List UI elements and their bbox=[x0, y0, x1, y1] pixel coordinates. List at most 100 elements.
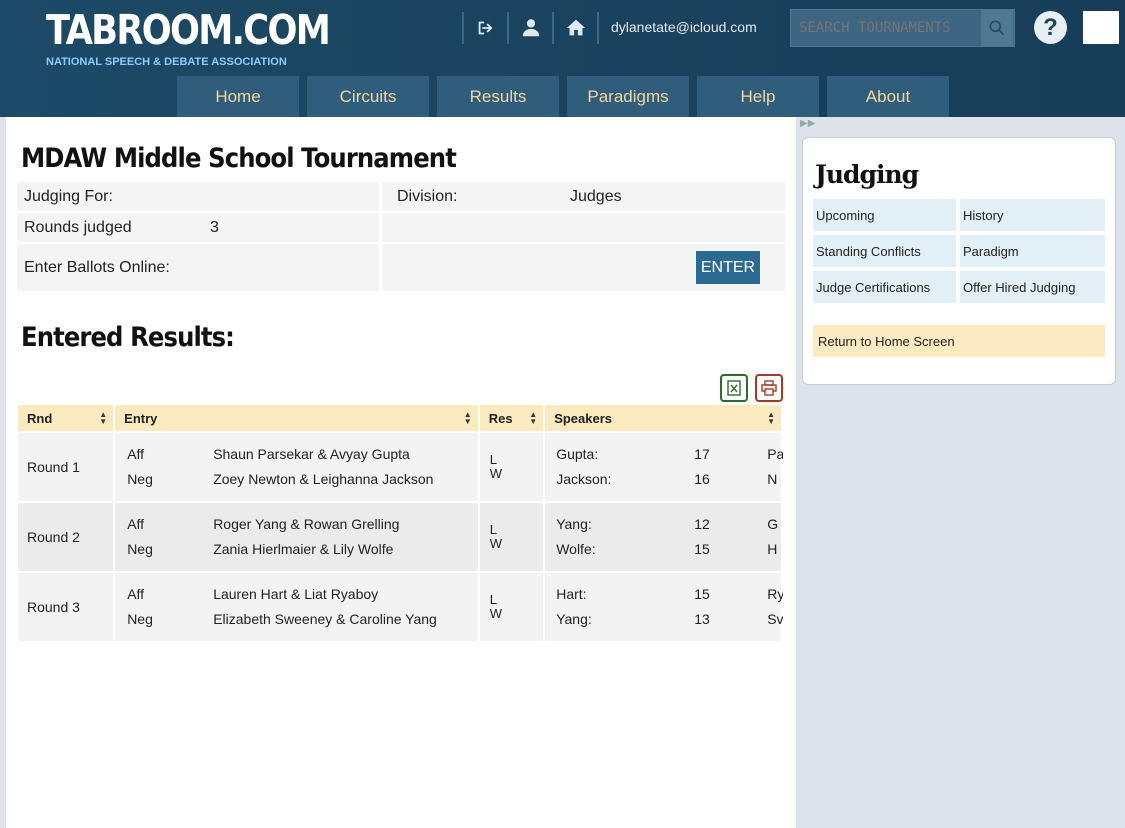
collapse-sidebar-icon[interactable]: ▶▶ bbox=[800, 118, 815, 129]
team-aff[interactable]: Lauren Hart & Liat Ryaboy bbox=[213, 586, 378, 602]
ballots-label: Enter Ballots Online: bbox=[17, 244, 379, 291]
print-button[interactable] bbox=[755, 374, 783, 402]
speaker-name: H bbox=[767, 541, 778, 557]
team-aff[interactable]: Roger Yang & Rowan Grelling bbox=[213, 516, 399, 532]
page-title: MDAW Middle School Tournament bbox=[21, 143, 457, 174]
result-cell: L W bbox=[479, 573, 546, 641]
speaker-points: 17 bbox=[694, 446, 710, 462]
main-content: MDAW Middle School Tournament Judging Fo… bbox=[6, 117, 796, 828]
user-icon[interactable] bbox=[507, 12, 552, 44]
sidebar-item-upcoming[interactable]: Upcoming bbox=[813, 199, 956, 231]
search-button[interactable] bbox=[981, 10, 1013, 46]
search-icon bbox=[989, 20, 1005, 36]
nav-results[interactable]: Results bbox=[437, 76, 559, 117]
result-aff: L bbox=[489, 522, 498, 537]
speakers-cell: Gupta: 17 Pa Jackson: 16 N bbox=[545, 433, 783, 501]
nav-circuits[interactable]: Circuits bbox=[307, 76, 429, 117]
enter-ballots-button[interactable]: ENTER bbox=[696, 251, 760, 284]
result-cell: L W bbox=[479, 503, 546, 571]
user-email-link[interactable]: dylanetate@icloud.com bbox=[611, 19, 757, 35]
round-cell: Round 3 bbox=[18, 573, 116, 641]
rounds-judged-value: 3 bbox=[210, 218, 219, 236]
round-cell: Round 1 bbox=[18, 433, 116, 501]
table-row: Round 1 Aff Shaun Parsekar & Avyay Gupta… bbox=[18, 433, 783, 501]
excel-export-icon bbox=[727, 380, 741, 396]
sidebar-item-offer-hired-judging[interactable]: Offer Hired Judging bbox=[960, 271, 1105, 303]
team-neg[interactable]: Zoey Newton & Leighanna Jackson bbox=[213, 471, 433, 487]
search-box bbox=[790, 9, 1015, 47]
speaker-name: G bbox=[767, 516, 779, 532]
speaker-points: 16 bbox=[694, 471, 710, 487]
side-aff: Aff bbox=[127, 446, 145, 462]
speaker-name: Hart: bbox=[556, 586, 587, 602]
empty-cell bbox=[382, 213, 785, 242]
nsda-label: NATIONAL SPEECH & DEBATE ASSOCIATION bbox=[46, 56, 287, 68]
print-icon bbox=[761, 380, 777, 396]
main-nav: Home Circuits Results Paradigms Help Abo… bbox=[177, 76, 949, 117]
entry-cell: Aff Shaun Parsekar & Avyay Gupta Neg Zoe… bbox=[115, 433, 480, 501]
division-value: Judges bbox=[570, 187, 622, 205]
table-row: Round 3 Aff Lauren Hart & Liat Ryaboy Ne… bbox=[18, 573, 783, 641]
speakers-cell: Yang: 12 G Wolfe: 15 H bbox=[545, 503, 783, 571]
col-res-label: Res bbox=[488, 410, 513, 426]
speaker-name: Pa bbox=[767, 446, 783, 462]
enter-cell: ENTER bbox=[382, 244, 785, 291]
help-icon[interactable]: ? bbox=[1034, 11, 1067, 44]
excel-export-button[interactable] bbox=[720, 374, 748, 402]
search-input[interactable] bbox=[791, 20, 981, 36]
speaker-name: N bbox=[767, 471, 778, 487]
team-neg[interactable]: Elizabeth Sweeney & Caroline Yang bbox=[213, 611, 437, 627]
col-rnd[interactable]: Rnd ▲ ▼ bbox=[18, 405, 116, 431]
sort-icon: ▲ ▼ bbox=[99, 410, 108, 426]
table-row: Round 2 Aff Roger Yang & Rowan Grelling … bbox=[18, 503, 783, 571]
speaker-points: 15 bbox=[694, 586, 710, 602]
sidebar-item-paradigm[interactable]: Paradigm bbox=[960, 235, 1105, 267]
nav-about[interactable]: About bbox=[827, 76, 949, 117]
nav-home[interactable]: Home bbox=[177, 76, 299, 117]
col-entry[interactable]: Entry ▲ ▼ bbox=[115, 405, 480, 431]
sidebar-links: Upcoming History Standing Conflicts Para… bbox=[813, 199, 1105, 303]
site-logo[interactable]: TABROOM.COM bbox=[46, 6, 331, 54]
round-cell: Round 2 bbox=[18, 503, 116, 571]
col-rnd-label: Rnd bbox=[27, 410, 53, 426]
speaker-name: Wolfe: bbox=[556, 541, 596, 557]
sidebar-item-judge-certifications[interactable]: Judge Certifications bbox=[813, 271, 956, 303]
speaker-points: 13 bbox=[694, 611, 710, 627]
table-header: Rnd ▲ ▼ Entry ▲ ▼ Res ▲ ▼ Speakers ▲ ▼ bbox=[18, 405, 783, 431]
sort-icon: ▲ ▼ bbox=[767, 410, 775, 426]
nav-paradigms[interactable]: Paradigms bbox=[567, 76, 689, 117]
sort-icon: ▲ ▼ bbox=[463, 410, 472, 426]
header-divider bbox=[597, 12, 601, 44]
sidebar-title: Judging bbox=[815, 160, 919, 189]
judging-sidebar: Judging Upcoming History Standing Confli… bbox=[802, 137, 1116, 385]
speaker-points: 15 bbox=[694, 541, 710, 557]
entry-cell: Aff Roger Yang & Rowan Grelling Neg Zani… bbox=[115, 503, 480, 571]
home-icon[interactable] bbox=[552, 12, 597, 44]
col-res[interactable]: Res ▲ ▼ bbox=[480, 405, 546, 431]
blank-box bbox=[1083, 11, 1119, 44]
team-aff[interactable]: Shaun Parsekar & Avyay Gupta bbox=[213, 446, 410, 462]
division-cell: Division: Judges bbox=[382, 182, 785, 211]
result-neg: W bbox=[489, 466, 503, 481]
result-cell: L W bbox=[479, 433, 546, 501]
sidebar-item-standing-conflicts[interactable]: Standing Conflicts bbox=[813, 235, 956, 267]
division-label: Division: bbox=[397, 187, 458, 205]
results-table: Rnd ▲ ▼ Entry ▲ ▼ Res ▲ ▼ Speakers ▲ ▼ Round 1 A… bbox=[18, 405, 783, 641]
side-neg: Neg bbox=[127, 611, 153, 627]
col-speakers[interactable]: Speakers ▲ ▼ bbox=[545, 405, 783, 431]
team-neg[interactable]: Zania Hierlmaier & Lily Wolfe bbox=[213, 541, 393, 557]
rounds-judged-label: Rounds judged bbox=[24, 218, 132, 236]
judge-info-table: Judging For: Division: Judges Rounds jud… bbox=[17, 182, 785, 293]
rounds-judged-cell: Rounds judged 3 bbox=[17, 213, 379, 242]
sidebar-item-history[interactable]: History bbox=[960, 199, 1105, 231]
col-entry-label: Entry bbox=[124, 410, 158, 426]
nav-help[interactable]: Help bbox=[697, 76, 819, 117]
entry-cell: Aff Lauren Hart & Liat Ryaboy Neg Elizab… bbox=[115, 573, 480, 641]
logout-icon[interactable] bbox=[462, 12, 507, 44]
return-home-link[interactable]: Return to Home Screen bbox=[813, 325, 1105, 357]
header-icons bbox=[462, 12, 601, 44]
side-neg: Neg bbox=[127, 541, 153, 557]
speaker-name: Jackson: bbox=[556, 471, 612, 487]
speaker-name: Gupta: bbox=[556, 446, 599, 462]
judging-for-label: Judging For: bbox=[17, 182, 379, 211]
